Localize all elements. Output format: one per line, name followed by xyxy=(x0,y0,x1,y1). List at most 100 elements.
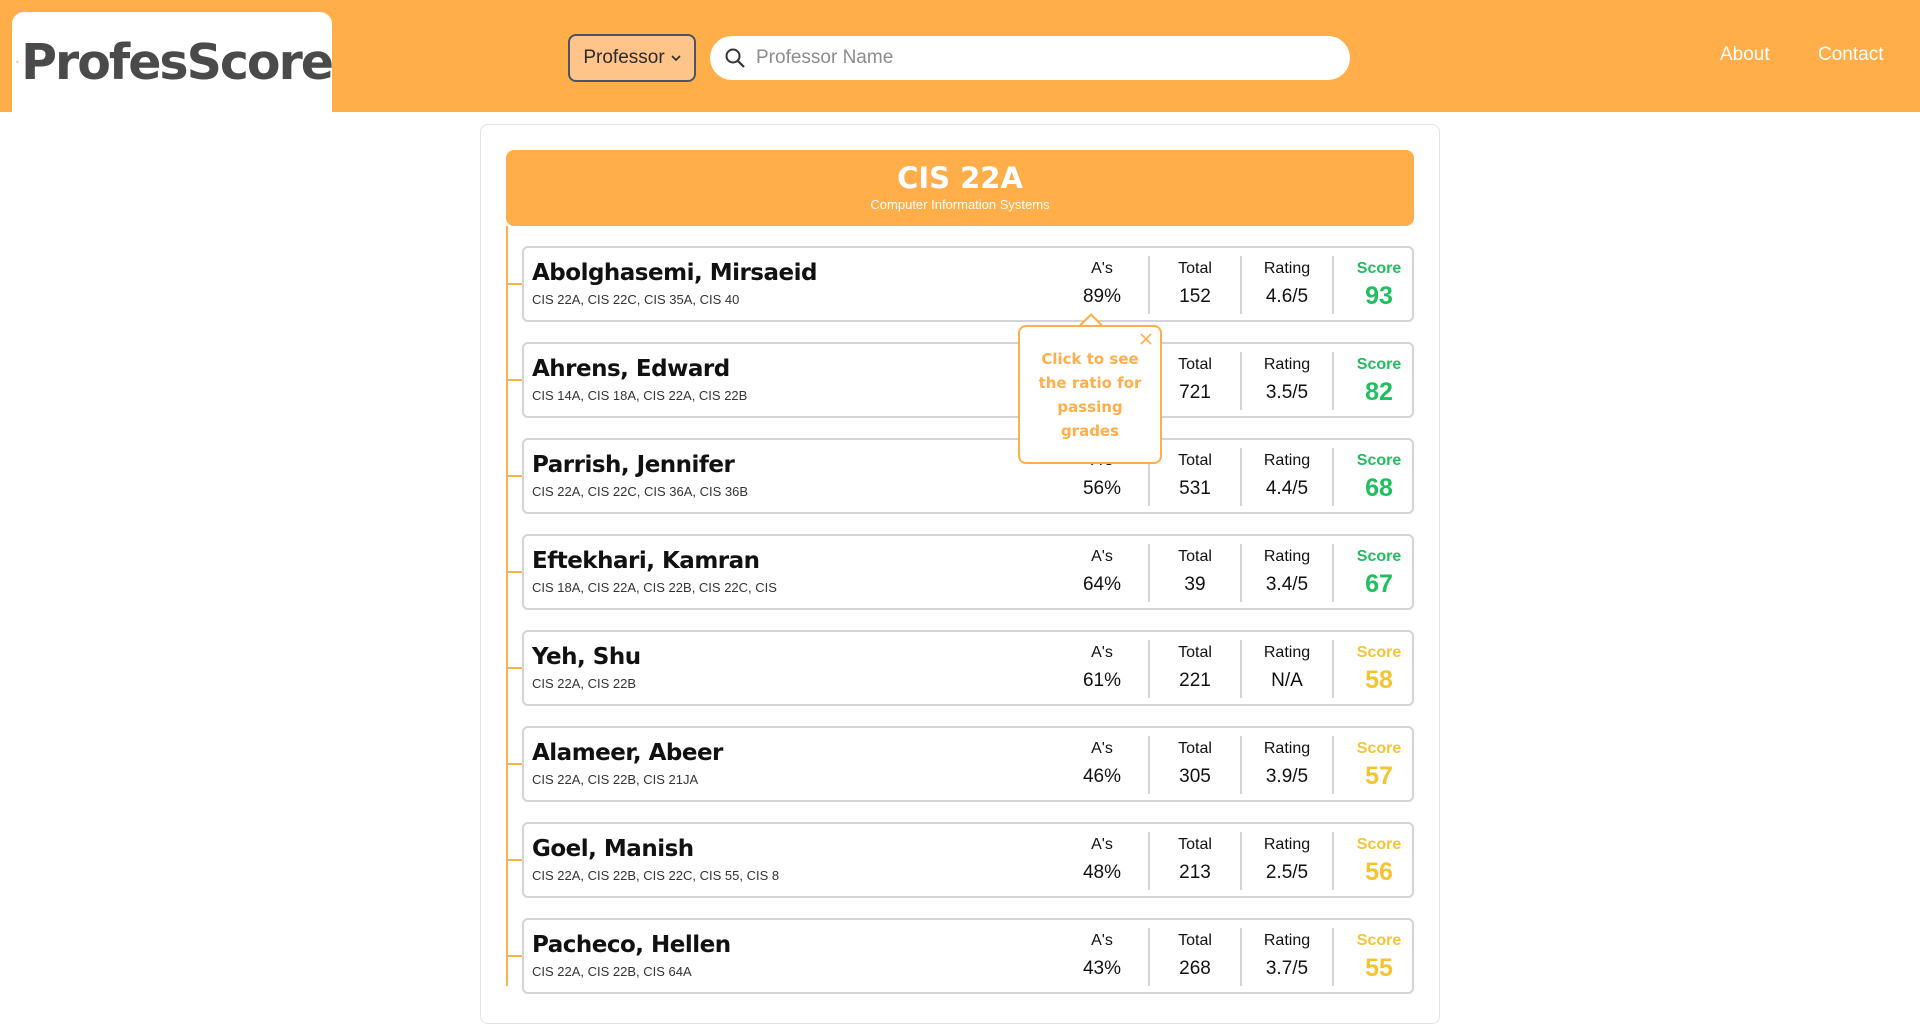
stat-as[interactable]: A's 64% xyxy=(1056,544,1148,602)
stat-score: Score 67 xyxy=(1332,544,1424,602)
course-name: Computer Information Systems xyxy=(870,197,1050,212)
professor-card[interactable]: Abolghasemi, Mirsaeid CIS 22A, CIS 22C, C… xyxy=(522,246,1414,322)
stat-rating-label: Rating xyxy=(1263,356,1311,373)
tree-tick xyxy=(506,571,522,573)
professor-courses: CIS 22A, CIS 22C, CIS 35A, CIS 40 xyxy=(532,292,740,307)
stat-score-value: 55 xyxy=(1365,954,1393,982)
professor-card[interactable]: Yeh, Shu CIS 22A, CIS 22B A's 61% Total 221 Ra… xyxy=(522,630,1414,706)
stat-score-label: Score xyxy=(1356,260,1402,277)
professor-name: Goel, Manish xyxy=(532,836,694,862)
professor-courses: CIS 22A, CIS 22B xyxy=(532,676,637,691)
tooltip-text: Click to see the ratio for passing grade… xyxy=(1038,350,1142,440)
close-icon[interactable] xyxy=(1138,331,1154,347)
tree-tick xyxy=(506,955,522,957)
professor-card[interactable]: Ahrens, Edward CIS 14A, CIS 18A, CIS 22A,… xyxy=(522,342,1414,418)
stat-as-label: A's xyxy=(1091,740,1113,757)
stat-total-value: 305 xyxy=(1179,766,1211,787)
stat-total: Total 268 xyxy=(1148,928,1240,986)
stat-total-value: 721 xyxy=(1179,382,1211,403)
search-type-label: Professor xyxy=(583,47,665,68)
stat-as[interactable]: A's 46% xyxy=(1056,736,1148,794)
stat-as[interactable]: A's 43% xyxy=(1056,928,1148,986)
stat-score-label: Score xyxy=(1356,644,1402,661)
stat-score: Score 68 xyxy=(1332,448,1424,506)
stat-score-label: Score xyxy=(1356,740,1402,757)
stat-as-value: 64% xyxy=(1082,574,1122,595)
stat-rating: Rating 4.4/5 xyxy=(1240,448,1332,506)
professor-name: Abolghasemi, Mirsaeid xyxy=(532,260,817,286)
stat-rating-label: Rating xyxy=(1263,932,1311,949)
stat-rating-label: Rating xyxy=(1263,260,1311,277)
stat-score: Score 56 xyxy=(1332,832,1424,890)
stat-score-value: 68 xyxy=(1365,474,1393,502)
stat-rating-label: Rating xyxy=(1263,740,1311,757)
stat-score-value: 57 xyxy=(1365,762,1393,790)
professor-card[interactable]: Eftekhari, Kamran CIS 18A, CIS 22A, CIS 2… xyxy=(522,534,1414,610)
stat-rating: Rating 3.5/5 xyxy=(1240,352,1332,410)
chevron-down-icon xyxy=(671,55,681,62)
stat-score-value: 82 xyxy=(1365,378,1393,406)
professor-card[interactable]: Pacheco, Hellen CIS 22A, CIS 22B, CIS 64A… xyxy=(522,918,1414,994)
professor-card[interactable]: Parrish, Jennifer CIS 22A, CIS 22C, CIS 3… xyxy=(522,438,1414,514)
stat-total-label: Total xyxy=(1178,836,1212,853)
stat-total-label: Total xyxy=(1178,932,1212,949)
stat-as-value: 61% xyxy=(1082,670,1122,691)
stat-as-value: 43% xyxy=(1082,958,1122,979)
stat-as[interactable]: A's 61% xyxy=(1056,640,1148,698)
stat-as[interactable]: A's 48% xyxy=(1056,832,1148,890)
stat-as-label: A's xyxy=(1091,644,1113,661)
professor-name: Yeh, Shu xyxy=(532,644,641,670)
site-logo[interactable]: ProfesScore xyxy=(12,12,334,112)
tree-tick xyxy=(506,379,522,381)
stat-rating: Rating 3.7/5 xyxy=(1240,928,1332,986)
stat-rating: Rating 2.5/5 xyxy=(1240,832,1332,890)
stat-score-value: 56 xyxy=(1365,858,1393,886)
stat-rating-value: N/A xyxy=(1271,670,1303,691)
stat-total: Total 39 xyxy=(1148,544,1240,602)
stat-rating-label: Rating xyxy=(1263,644,1311,661)
tree-connector-line xyxy=(506,226,508,986)
nav-about-link[interactable]: About xyxy=(1720,44,1770,66)
stat-rating: Rating 3.4/5 xyxy=(1240,544,1332,602)
stat-score: Score 93 xyxy=(1332,256,1424,314)
stat-total-value: 152 xyxy=(1179,286,1211,307)
stat-total: Total 305 xyxy=(1148,736,1240,794)
stat-total-label: Total xyxy=(1178,548,1212,565)
stat-total-label: Total xyxy=(1178,260,1212,277)
search-bar[interactable] xyxy=(710,36,1350,80)
stat-total: Total 221 xyxy=(1148,640,1240,698)
stat-as-value: 46% xyxy=(1082,766,1122,787)
stat-score-label: Score xyxy=(1356,932,1402,949)
stat-score-value: 67 xyxy=(1365,570,1393,598)
stat-as-label: A's xyxy=(1091,260,1113,277)
stat-rating: Rating 3.9/5 xyxy=(1240,736,1332,794)
stat-score-label: Score xyxy=(1356,548,1402,565)
stat-total-label: Total xyxy=(1178,740,1212,757)
stat-rating-value: 3.4/5 xyxy=(1265,574,1309,595)
stat-score-value: 58 xyxy=(1365,666,1393,694)
professor-name: Eftekhari, Kamran xyxy=(532,548,760,574)
stat-rating-value: 3.7/5 xyxy=(1265,958,1309,979)
stat-total-value: 268 xyxy=(1179,958,1211,979)
stat-rating: Rating 4.6/5 xyxy=(1240,256,1332,314)
professor-card[interactable]: Goel, Manish CIS 22A, CIS 22B, CIS 22C, C… xyxy=(522,822,1414,898)
stat-total-label: Total xyxy=(1178,452,1212,469)
search-input[interactable] xyxy=(756,47,1316,69)
stat-score: Score 82 xyxy=(1332,352,1424,410)
stat-score: Score 58 xyxy=(1332,640,1424,698)
professor-name: Ahrens, Edward xyxy=(532,356,730,382)
professor-name: Alameer, Abeer xyxy=(532,740,723,766)
top-header: ProfesScore Professor About Contact xyxy=(0,0,1920,112)
stat-as-value: 89% xyxy=(1082,286,1122,307)
stat-as[interactable]: A's 89% xyxy=(1056,256,1148,314)
nav-contact-link[interactable]: Contact xyxy=(1818,44,1883,66)
search-type-dropdown[interactable]: Professor xyxy=(568,34,696,82)
tree-tick xyxy=(506,283,522,285)
stat-as-label: A's xyxy=(1091,836,1113,853)
stat-as-value: 48% xyxy=(1082,862,1122,883)
stat-rating-value: 4.4/5 xyxy=(1265,478,1309,499)
professor-card[interactable]: Alameer, Abeer CIS 22A, CIS 22B, CIS 21JA… xyxy=(522,726,1414,802)
stat-rating-value: 3.5/5 xyxy=(1265,382,1309,403)
professor-courses: CIS 18A, CIS 22A, CIS 22B, CIS 22C, CIS xyxy=(532,580,777,595)
passing-ratio-tooltip[interactable]: Click to see the ratio for passing grade… xyxy=(1018,325,1162,464)
